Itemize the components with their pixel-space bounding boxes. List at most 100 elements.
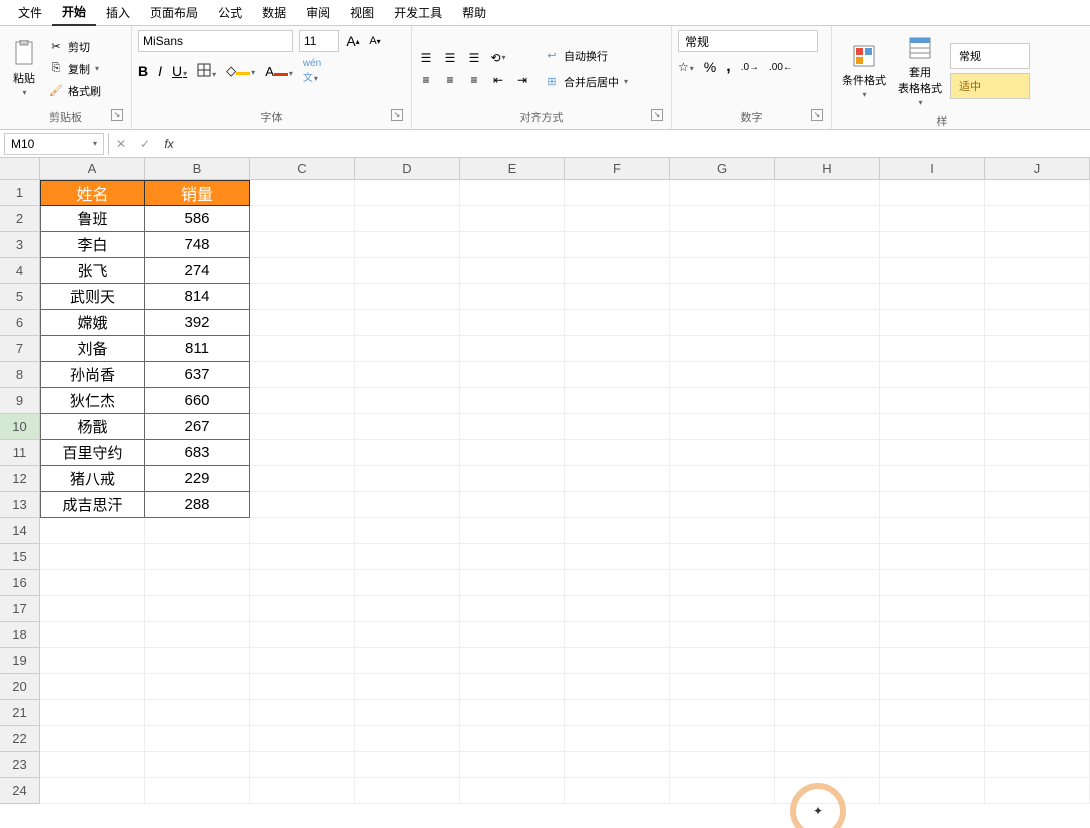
cell-I20[interactable] bbox=[880, 674, 985, 700]
cell-J23[interactable] bbox=[985, 752, 1090, 778]
cell-H22[interactable] bbox=[775, 726, 880, 752]
cell-B10[interactable]: 267 bbox=[145, 414, 250, 440]
cell-F20[interactable] bbox=[565, 674, 670, 700]
conditional-format-button[interactable]: 条件格式 ▾ bbox=[838, 38, 890, 103]
cell-A2[interactable]: 鲁班 bbox=[40, 206, 145, 232]
cell-B22[interactable] bbox=[145, 726, 250, 752]
cell-C9[interactable] bbox=[250, 388, 355, 414]
cell-F1[interactable] bbox=[565, 180, 670, 206]
cell-F3[interactable] bbox=[565, 232, 670, 258]
cell-I7[interactable] bbox=[880, 336, 985, 362]
cell-G7[interactable] bbox=[670, 336, 775, 362]
cell-E17[interactable] bbox=[460, 596, 565, 622]
row-header-3[interactable]: 3 bbox=[0, 232, 40, 258]
cell-H19[interactable] bbox=[775, 648, 880, 674]
cell-A11[interactable]: 百里守约 bbox=[40, 440, 145, 466]
cell-E22[interactable] bbox=[460, 726, 565, 752]
cell-G17[interactable] bbox=[670, 596, 775, 622]
cell-J17[interactable] bbox=[985, 596, 1090, 622]
cell-A9[interactable]: 狄仁杰 bbox=[40, 388, 145, 414]
cell-H14[interactable] bbox=[775, 518, 880, 544]
cell-F19[interactable] bbox=[565, 648, 670, 674]
cell-G19[interactable] bbox=[670, 648, 775, 674]
cell-F17[interactable] bbox=[565, 596, 670, 622]
cell-C8[interactable] bbox=[250, 362, 355, 388]
cell-E11[interactable] bbox=[460, 440, 565, 466]
cell-C1[interactable] bbox=[250, 180, 355, 206]
cell-B5[interactable]: 814 bbox=[145, 284, 250, 310]
cancel-formula-button[interactable]: ✕ bbox=[109, 133, 133, 155]
cell-A7[interactable]: 刘备 bbox=[40, 336, 145, 362]
row-header-9[interactable]: 9 bbox=[0, 388, 40, 414]
cell-E23[interactable] bbox=[460, 752, 565, 778]
cell-C7[interactable] bbox=[250, 336, 355, 362]
cell-H5[interactable] bbox=[775, 284, 880, 310]
cell-J6[interactable] bbox=[985, 310, 1090, 336]
cell-B11[interactable]: 683 bbox=[145, 440, 250, 466]
formula-input[interactable] bbox=[181, 133, 1090, 155]
cell-C23[interactable] bbox=[250, 752, 355, 778]
cell-F6[interactable] bbox=[565, 310, 670, 336]
dialog-launcher[interactable]: ↘ bbox=[111, 109, 123, 121]
cell-H13[interactable] bbox=[775, 492, 880, 518]
cell-D6[interactable] bbox=[355, 310, 460, 336]
cell-C10[interactable] bbox=[250, 414, 355, 440]
cell-E9[interactable] bbox=[460, 388, 565, 414]
col-header-E[interactable]: E bbox=[460, 158, 565, 180]
cell-A6[interactable]: 嫦娥 bbox=[40, 310, 145, 336]
col-header-J[interactable]: J bbox=[985, 158, 1090, 180]
currency-button[interactable]: ☆▾ bbox=[678, 60, 694, 74]
cell-D16[interactable] bbox=[355, 570, 460, 596]
dialog-launcher[interactable]: ↘ bbox=[811, 109, 823, 121]
cell-C19[interactable] bbox=[250, 648, 355, 674]
cell-B21[interactable] bbox=[145, 700, 250, 726]
cell-A23[interactable] bbox=[40, 752, 145, 778]
cell-D10[interactable] bbox=[355, 414, 460, 440]
cell-J8[interactable] bbox=[985, 362, 1090, 388]
cell-I21[interactable] bbox=[880, 700, 985, 726]
cell-C16[interactable] bbox=[250, 570, 355, 596]
cell-G12[interactable] bbox=[670, 466, 775, 492]
row-header-6[interactable]: 6 bbox=[0, 310, 40, 336]
col-header-H[interactable]: H bbox=[775, 158, 880, 180]
cell-A15[interactable] bbox=[40, 544, 145, 570]
cell-D2[interactable] bbox=[355, 206, 460, 232]
orientation-icon[interactable]: ⟲▾ bbox=[490, 50, 506, 66]
name-box[interactable]: M10 ▾ bbox=[4, 133, 104, 155]
align-bottom-icon[interactable]: ☰ bbox=[466, 50, 482, 66]
cell-E10[interactable] bbox=[460, 414, 565, 440]
cell-C11[interactable] bbox=[250, 440, 355, 466]
cell-B18[interactable] bbox=[145, 622, 250, 648]
cell-A18[interactable] bbox=[40, 622, 145, 648]
cell-A13[interactable]: 成吉思汗 bbox=[40, 492, 145, 518]
cell-I14[interactable] bbox=[880, 518, 985, 544]
align-left-icon[interactable]: ≡ bbox=[418, 72, 434, 88]
format-painter-button[interactable]: 🖌 格式刷 bbox=[46, 81, 103, 101]
cell-C20[interactable] bbox=[250, 674, 355, 700]
cell-E6[interactable] bbox=[460, 310, 565, 336]
cell-B20[interactable] bbox=[145, 674, 250, 700]
menu-item-插入[interactable]: 插入 bbox=[96, 0, 140, 25]
menu-item-数据[interactable]: 数据 bbox=[252, 0, 296, 25]
cell-I2[interactable] bbox=[880, 206, 985, 232]
row-header-5[interactable]: 5 bbox=[0, 284, 40, 310]
cell-D21[interactable] bbox=[355, 700, 460, 726]
cell-F12[interactable] bbox=[565, 466, 670, 492]
cell-D15[interactable] bbox=[355, 544, 460, 570]
cell-B13[interactable]: 288 bbox=[145, 492, 250, 518]
cell-C13[interactable] bbox=[250, 492, 355, 518]
cell-F22[interactable] bbox=[565, 726, 670, 752]
cell-B12[interactable]: 229 bbox=[145, 466, 250, 492]
cell-C15[interactable] bbox=[250, 544, 355, 570]
cell-D24[interactable] bbox=[355, 778, 460, 804]
menu-item-帮助[interactable]: 帮助 bbox=[452, 0, 496, 25]
cell-J4[interactable] bbox=[985, 258, 1090, 284]
cell-D22[interactable] bbox=[355, 726, 460, 752]
cell-E13[interactable] bbox=[460, 492, 565, 518]
cell-J7[interactable] bbox=[985, 336, 1090, 362]
cell-I12[interactable] bbox=[880, 466, 985, 492]
cell-G15[interactable] bbox=[670, 544, 775, 570]
decrease-indent-icon[interactable]: ⇤ bbox=[490, 72, 506, 88]
cell-G14[interactable] bbox=[670, 518, 775, 544]
cell-I11[interactable] bbox=[880, 440, 985, 466]
